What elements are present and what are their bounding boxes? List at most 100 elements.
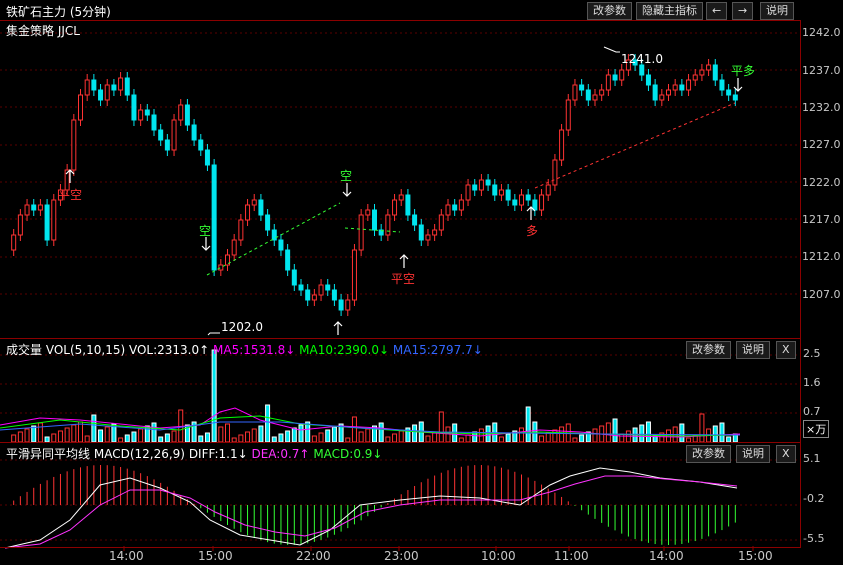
volume-title: 成交量 bbox=[6, 343, 43, 357]
candle-body bbox=[358, 214, 364, 251]
candle-body bbox=[298, 284, 304, 291]
candle-body bbox=[472, 184, 478, 191]
volume-help-button[interactable]: 说明 bbox=[736, 341, 770, 359]
macd-close-button[interactable]: X bbox=[776, 445, 796, 463]
candle-body bbox=[345, 299, 351, 311]
candle-body bbox=[639, 64, 645, 76]
candle-body bbox=[619, 69, 625, 81]
candle-body bbox=[699, 69, 705, 76]
candle-body bbox=[44, 204, 50, 241]
volume-params-button[interactable]: 改参数 bbox=[686, 341, 731, 359]
candle-body bbox=[211, 164, 217, 271]
candle-body bbox=[118, 77, 124, 91]
macd-tick: -5.5 bbox=[803, 532, 825, 545]
macd-header: 平滑异同平均线 MACD(12,26,9) DIFF:1.1↓ DEA:0.7↑… bbox=[6, 445, 382, 462]
candle-body bbox=[305, 289, 311, 301]
candle-body bbox=[659, 94, 665, 101]
candle-body bbox=[425, 234, 431, 241]
candle-body bbox=[679, 84, 685, 91]
candle-body bbox=[599, 89, 605, 96]
candle-body bbox=[271, 229, 277, 241]
candle-body bbox=[585, 89, 591, 101]
time-tick: 23:00 bbox=[384, 549, 419, 563]
candle-body bbox=[458, 199, 464, 211]
candle-body bbox=[398, 194, 404, 201]
volume-tick: 2.5 bbox=[803, 347, 821, 360]
candle-body bbox=[278, 239, 284, 251]
signal-close-long: 平多 bbox=[731, 64, 756, 78]
candle-body bbox=[318, 284, 324, 296]
candle-body bbox=[104, 84, 110, 101]
candle-body bbox=[385, 214, 391, 236]
vol-ma15-value: MA15:2797.7↓ bbox=[392, 343, 483, 357]
candle-body bbox=[158, 129, 164, 141]
macd-params: MACD(12,26,9) bbox=[93, 447, 185, 461]
time-axis: 14:00 15:00 22:00 23:00 10:00 11:00 14:0… bbox=[0, 549, 843, 565]
volume-value: VOL:2313.0↑ bbox=[128, 343, 210, 357]
macd-title: 平滑异同平均线 bbox=[6, 447, 91, 461]
volume-close-button[interactable]: X bbox=[776, 341, 796, 359]
candle-body bbox=[605, 74, 611, 91]
candle-body bbox=[492, 184, 498, 196]
candle-body bbox=[512, 199, 518, 206]
candle-body bbox=[719, 79, 725, 91]
candle-body bbox=[258, 199, 264, 216]
candle-body bbox=[545, 184, 551, 196]
candle-body bbox=[238, 219, 244, 241]
time-tick: 15:00 bbox=[738, 549, 773, 563]
time-tick: 14:00 bbox=[109, 549, 144, 563]
candle-body bbox=[572, 84, 578, 101]
candle-body bbox=[498, 189, 504, 196]
candle-body bbox=[438, 214, 444, 231]
signal-short: 空 bbox=[199, 224, 212, 238]
candle-body bbox=[405, 194, 411, 216]
macd-help-button[interactable]: 说明 bbox=[736, 445, 770, 463]
macd-tick: 5.1 bbox=[803, 452, 821, 465]
candle-body bbox=[392, 199, 398, 216]
vol-ma5-value: MA5:1531.8↓ bbox=[213, 343, 296, 357]
candle-body bbox=[365, 209, 371, 216]
candle-body bbox=[78, 94, 83, 121]
candle-body bbox=[612, 74, 618, 81]
candle-body bbox=[692, 74, 698, 81]
low-price-label: 1202.0 bbox=[221, 320, 263, 334]
candle-body bbox=[412, 214, 418, 226]
candle-body bbox=[452, 204, 458, 211]
volume-tick: 1.6 bbox=[803, 376, 821, 389]
candle-body bbox=[151, 114, 157, 131]
candle-body bbox=[532, 199, 538, 211]
candle-body bbox=[565, 99, 571, 131]
diff-value: DIFF:1.1↓ bbox=[188, 447, 248, 461]
candle-body bbox=[285, 249, 291, 271]
candle-body bbox=[178, 104, 184, 121]
high-marker bbox=[603, 46, 620, 53]
candle-body bbox=[726, 89, 732, 96]
candle-body bbox=[372, 209, 377, 231]
candle-body bbox=[84, 79, 90, 96]
candle-body bbox=[445, 204, 451, 216]
candle-body bbox=[666, 89, 671, 96]
volume-params: VOL(5,10,15) bbox=[45, 343, 126, 357]
macd-params-button[interactable]: 改参数 bbox=[686, 445, 731, 463]
candle-body bbox=[204, 149, 210, 166]
candle-body bbox=[645, 74, 651, 86]
candle-body bbox=[525, 194, 531, 201]
signal-close-short: 平空 bbox=[58, 188, 83, 202]
candle-body bbox=[251, 199, 257, 206]
low-marker bbox=[207, 332, 220, 336]
time-tick: 15:00 bbox=[198, 549, 233, 563]
candle-body bbox=[51, 199, 57, 241]
time-tick: 22:00 bbox=[296, 549, 331, 563]
candle-body bbox=[164, 139, 170, 151]
vol-ma10-value: MA10:2390.0↓ bbox=[299, 343, 390, 357]
candle-body bbox=[191, 124, 197, 141]
candle-body bbox=[485, 179, 491, 186]
macd-value: MACD:0.9↓ bbox=[313, 447, 383, 461]
candle-body bbox=[198, 139, 204, 151]
candle-body bbox=[11, 234, 17, 251]
candle-body bbox=[17, 214, 23, 236]
candle-body bbox=[579, 84, 585, 91]
candle-body bbox=[131, 94, 137, 121]
candle-body bbox=[686, 79, 692, 91]
candle-body bbox=[71, 119, 77, 171]
